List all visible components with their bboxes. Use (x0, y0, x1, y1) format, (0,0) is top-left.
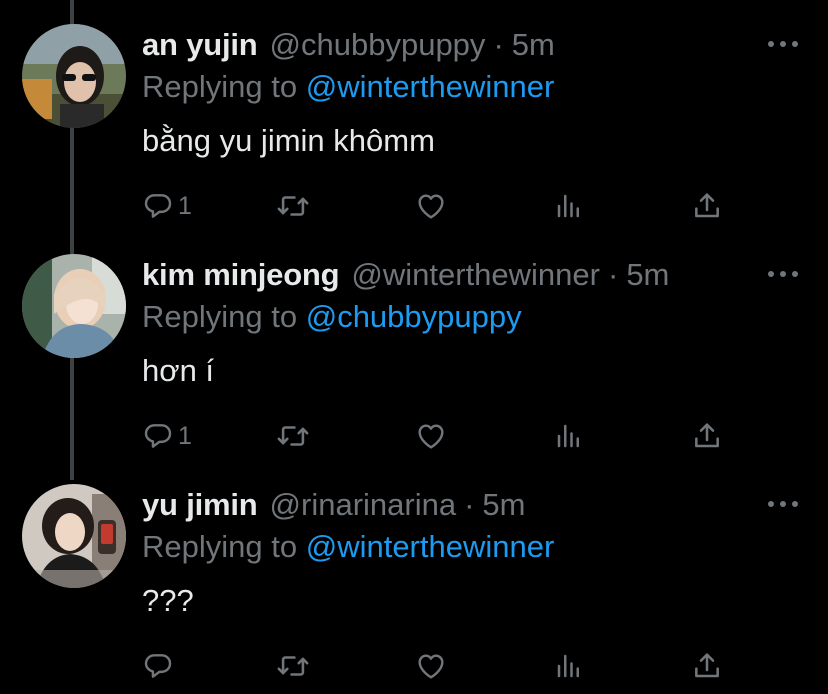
tweet-text: ??? (142, 583, 194, 618)
share-button[interactable] (691, 416, 723, 456)
replying-to-mention[interactable]: @winterthewinner (306, 69, 555, 104)
timestamp[interactable]: 5m (626, 256, 669, 294)
reply-thread: an yujin @chubbypuppy · 5m Replying to @… (0, 0, 828, 694)
retweet-button[interactable] (276, 186, 310, 226)
share-icon (695, 653, 719, 678)
user-handle[interactable]: @winterthewinner (351, 256, 600, 294)
share-button[interactable] (691, 186, 723, 226)
views-icon (557, 424, 579, 448)
like-button[interactable] (415, 186, 447, 226)
retweet-icon (277, 196, 309, 216)
reply-icon (144, 194, 172, 218)
separator-dot: · (493, 27, 504, 62)
avatar[interactable] (22, 24, 126, 128)
replying-to-label: Replying to (142, 69, 298, 104)
avatar[interactable] (22, 254, 126, 358)
heart-icon (418, 424, 444, 449)
replying-to-label: Replying to (142, 299, 298, 334)
tweet[interactable]: yu jimin @rinarinarina · 5m Replying to … (0, 460, 828, 690)
heart-icon (418, 654, 444, 679)
tweet-text: hơn í (142, 353, 215, 388)
views-button[interactable] (554, 416, 584, 456)
more-icon[interactable] (768, 498, 798, 510)
display-name[interactable]: kim minjeong (142, 256, 340, 294)
display-name[interactable]: an yujin (142, 26, 258, 64)
reply-count: 1 (178, 422, 192, 450)
like-button[interactable] (415, 646, 447, 686)
tweet[interactable]: kim minjeong @winterthewinner · 5m Reply… (0, 230, 828, 460)
share-button[interactable] (691, 646, 723, 686)
replying-to-line: Replying to @chubbypuppy (142, 298, 522, 336)
retweet-icon (277, 656, 309, 676)
reply-icon (144, 654, 172, 678)
share-icon (695, 423, 719, 448)
timestamp[interactable]: 5m (482, 486, 525, 524)
tweet-text: bằng yu jimin khômm (142, 123, 435, 158)
like-button[interactable] (415, 416, 447, 456)
heart-icon (418, 194, 444, 219)
tweet-header: an yujin @chubbypuppy · 5m (142, 26, 555, 66)
tweet[interactable]: an yujin @chubbypuppy · 5m Replying to @… (0, 0, 828, 230)
more-icon[interactable] (768, 268, 798, 280)
tweet-header: yu jimin @rinarinarina · 5m (142, 486, 525, 526)
timestamp[interactable]: 5m (512, 26, 555, 64)
avatar[interactable] (22, 484, 126, 588)
display-name[interactable]: yu jimin (142, 486, 258, 524)
tweet-actions: 1 (0, 416, 828, 456)
more-icon[interactable] (768, 38, 798, 50)
user-handle[interactable]: @rinarinarina (270, 486, 457, 524)
views-icon (557, 194, 579, 218)
tweet-actions (0, 646, 828, 686)
tweet-actions: 1 (0, 186, 828, 226)
replying-to-mention[interactable]: @chubbypuppy (306, 299, 522, 334)
reply-count: 1 (178, 192, 192, 220)
replying-to-line: Replying to @winterthewinner (142, 68, 554, 106)
share-icon (695, 193, 719, 218)
retweet-button[interactable] (276, 646, 310, 686)
retweet-button[interactable] (276, 416, 310, 456)
views-button[interactable] (554, 186, 584, 226)
tweet-header: kim minjeong @winterthewinner · 5m (142, 256, 669, 296)
replying-to-line: Replying to @winterthewinner (142, 528, 554, 566)
separator-dot: · (464, 487, 475, 522)
reply-button[interactable] (142, 646, 178, 686)
replying-to-label: Replying to (142, 529, 298, 564)
reply-button[interactable]: 1 (142, 186, 192, 226)
views-button[interactable] (554, 646, 584, 686)
retweet-icon (277, 426, 309, 446)
reply-button[interactable]: 1 (142, 416, 192, 456)
user-handle[interactable]: @chubbypuppy (270, 26, 486, 64)
replying-to-mention[interactable]: @winterthewinner (306, 529, 555, 564)
views-icon (557, 654, 579, 678)
reply-icon (144, 424, 172, 448)
separator-dot: · (607, 257, 619, 292)
